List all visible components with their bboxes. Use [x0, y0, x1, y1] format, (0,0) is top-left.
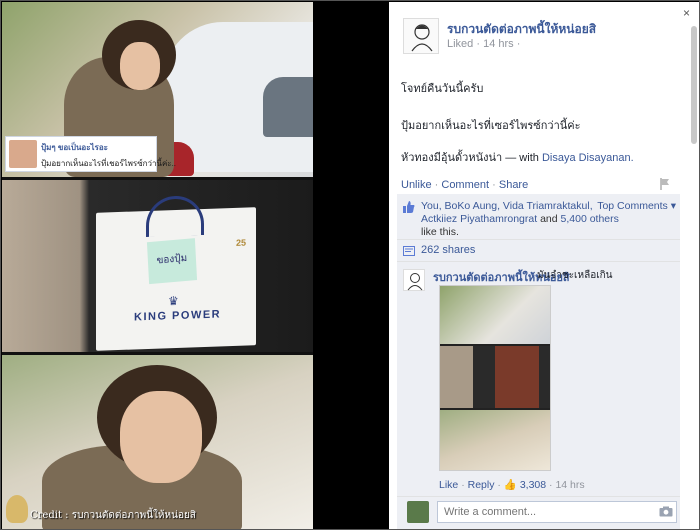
- current-user-avatar: [407, 501, 429, 523]
- like-thumb-icon: [403, 201, 415, 213]
- post-text-line-3: หัวทองมีอุ้นดั้วหนังน่า — with Disaya Di…: [401, 148, 634, 166]
- share-icon: [403, 246, 415, 256]
- credit-logo: [6, 495, 28, 523]
- meme-photo: ปุ้มๆ ขอเป็นอะไรอะ ปุ้มอยากเห็นอะไรที่เช…: [2, 2, 313, 529]
- tagged-user-link[interactable]: Disaya Disayanan.: [542, 152, 634, 164]
- comment-reply-button[interactable]: Reply: [468, 479, 495, 491]
- photo-panel-top: ปุ้มๆ ขอเป็นอะไรอะ ปุ้มอยากเห็นอะไรที่เช…: [2, 2, 313, 177]
- post-meta: Liked · 14 hrs ·: [447, 38, 521, 50]
- photo-panel-bottom: Credit : รบกวนตัดต่อภาพนี้ให้หน่อยสิ: [2, 355, 313, 529]
- comment-text: มันจำชะเหลือเกิน: [537, 270, 613, 281]
- comment-photo-part: [440, 346, 550, 408]
- comment-avatar[interactable]: [403, 269, 425, 291]
- scrollbar-thumb[interactable]: [691, 26, 697, 144]
- likes-summary: You, BoKo Aung, Vida Triamraktakul, Actk…: [421, 200, 621, 239]
- page-avatar[interactable]: [403, 18, 439, 54]
- person-face: [120, 42, 160, 90]
- like-thumb-icon: 👍: [503, 479, 517, 491]
- person-face: [120, 391, 202, 483]
- comment-item: รบกวนตัดต่อภาพนี้ให้หน่อยสิ มันจำชะเหลือ…: [397, 263, 680, 496]
- shares-link[interactable]: 262 shares: [421, 244, 475, 256]
- separator: ·: [434, 179, 439, 191]
- comment-photo[interactable]: [439, 285, 551, 471]
- write-comment-row: [397, 496, 680, 526]
- comment-text: ปุ้มอยากเห็นอะไรที่เชอร์ไพรซ์กว่านี้ค่ะ.…: [41, 159, 177, 168]
- separator: ·: [497, 479, 501, 491]
- credit-text: Credit : รบกวนตัดต่อภาพนี้ให้หน่อยสิ: [30, 510, 196, 521]
- top-comments-dropdown[interactable]: Top Comments ▾: [597, 200, 676, 212]
- shopping-bag: ของปุ้ม ♛ KING POWER 25: [96, 195, 256, 351]
- close-icon[interactable]: ×: [683, 6, 690, 20]
- comment-author: ปุ้มๆ ขอเป็นอะไรอะ: [41, 143, 108, 152]
- likes-row: You, BoKo Aung, Vida Triamraktakul, Actk…: [397, 194, 680, 240]
- bag-logo-text: KING POWER: [134, 308, 222, 324]
- post-actions: Unlike · Comment · Share: [401, 179, 528, 191]
- bag-badge: 25: [235, 237, 246, 248]
- flag-icon[interactable]: [660, 178, 670, 190]
- post-text-line-1: โจทย์คืนวันนี้ครับ: [401, 83, 484, 95]
- sticky-note: ของปุ้ม: [146, 238, 198, 285]
- photo-panel-middle: ของปุ้ม ♛ KING POWER 25: [2, 180, 313, 352]
- crown-icon: ♛: [168, 293, 179, 309]
- likes-suffix: like this.: [421, 226, 459, 238]
- likes-and: and: [540, 213, 558, 225]
- feedback-section: You, BoKo Aung, Vida Triamraktakul, Actk…: [397, 194, 680, 529]
- comment-input[interactable]: [437, 501, 677, 523]
- comment-button[interactable]: Comment: [441, 179, 489, 191]
- embedded-comment-card: ปุ้มๆ ขอเป็นอะไรอะ ปุ้มอยากเห็นอะไรที่เช…: [5, 136, 176, 172]
- comment-photo-part: [440, 286, 550, 344]
- separator: ·: [461, 479, 465, 491]
- post-text-line-3-prefix: หัวทองมีอุ้นดั้วหนังน่า — with: [401, 152, 539, 164]
- separator: ·: [549, 479, 553, 491]
- page-name-link[interactable]: รบกวนตัดต่อภาพนี้ให้หน่อยสิ: [447, 20, 596, 39]
- post-panel: × รบกวนตัดต่อภาพนี้ให้หน่อยสิ Liked · 14…: [389, 2, 699, 529]
- post-text-line-2: ปุ้มอยากเห็นอะไรที่เซอร์ไพรซ์กว่านี้ค่ะ: [401, 120, 581, 132]
- separator: ·: [492, 179, 496, 191]
- shares-row: 262 shares: [397, 241, 680, 262]
- camera-icon[interactable]: [659, 506, 673, 517]
- comment-actions: Like · Reply · 👍 3,308 · 14 hrs: [439, 478, 585, 491]
- share-button[interactable]: Share: [499, 179, 528, 191]
- viewer-frame: ปุ้มๆ ขอเป็นอะไรอะ ปุ้มอยากเห็นอะไรที่เช…: [0, 0, 700, 530]
- comment-like-button[interactable]: Like: [439, 479, 458, 491]
- unlike-button[interactable]: Unlike: [401, 179, 432, 191]
- comment-photo-part: [440, 410, 550, 470]
- comment-time: 14 hrs: [555, 479, 585, 491]
- likes-others-link[interactable]: 5,400 others: [561, 213, 619, 225]
- avatar: [9, 140, 37, 168]
- comment-like-count[interactable]: 3,308: [520, 479, 546, 491]
